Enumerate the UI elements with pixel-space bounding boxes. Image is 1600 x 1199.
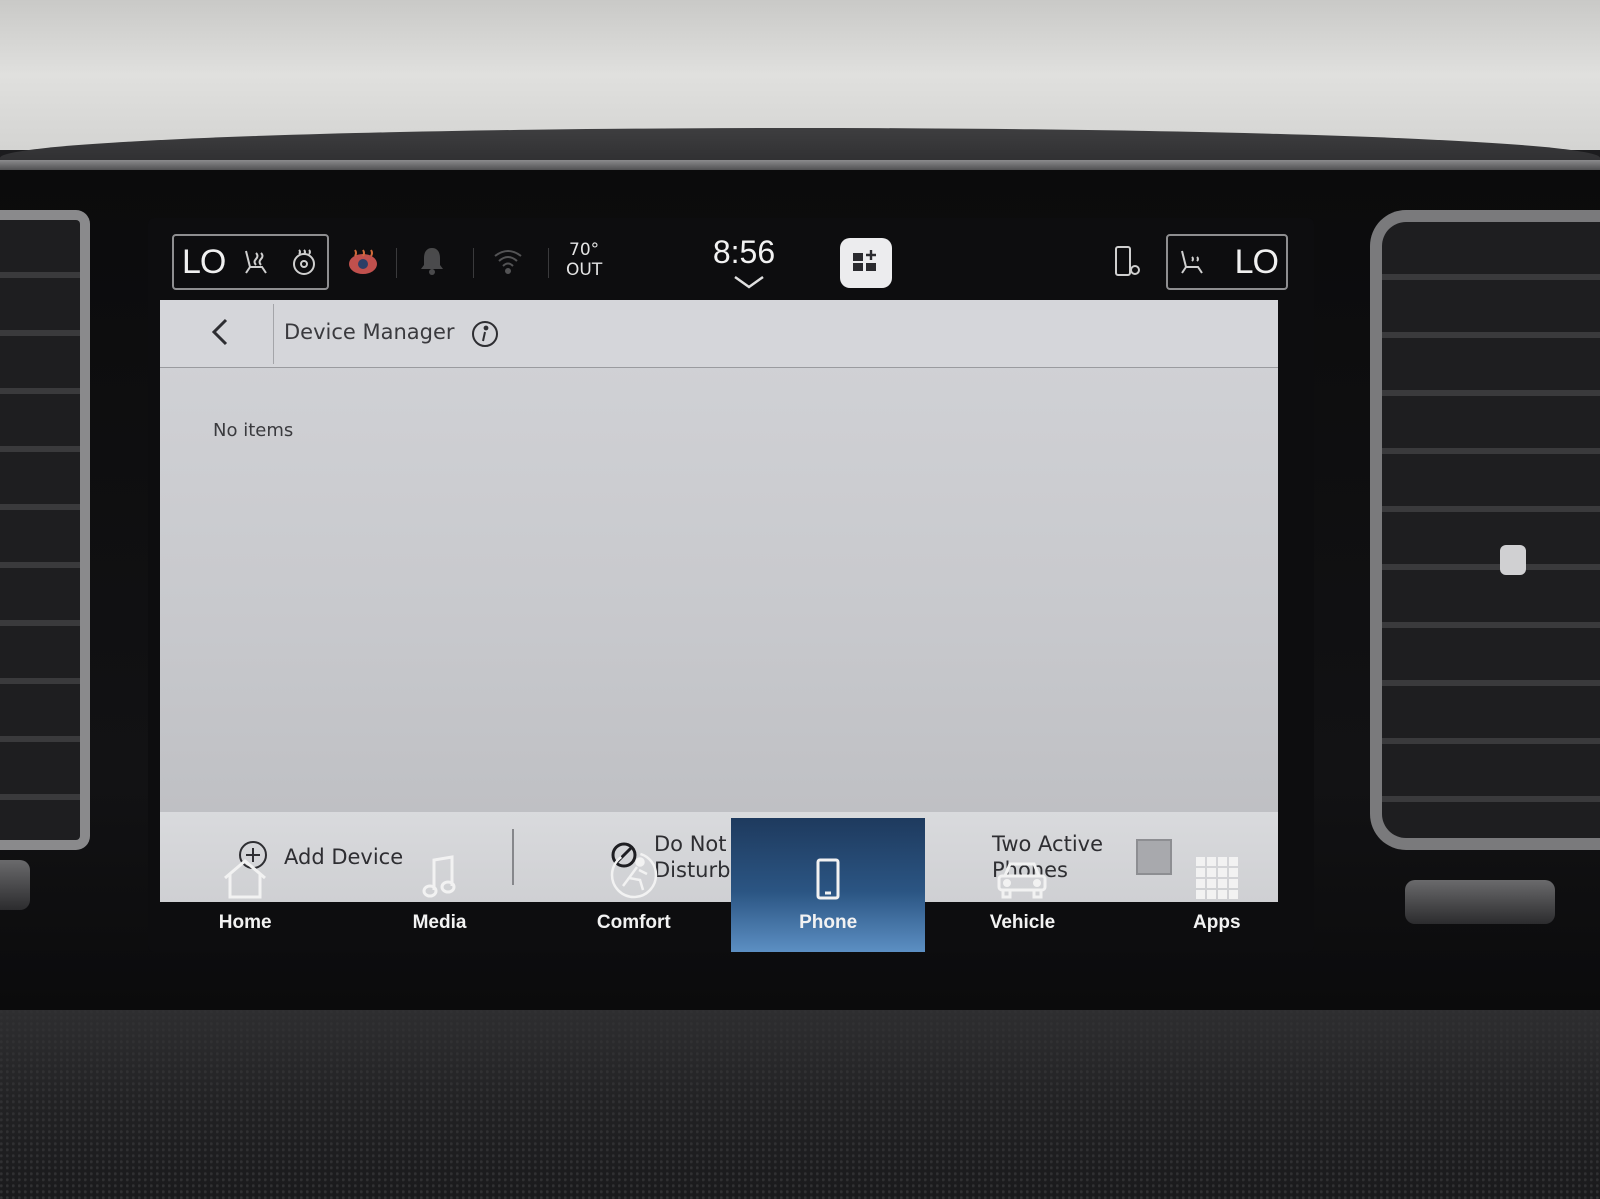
phone-settings-icon[interactable] [1113,244,1143,284]
outside-temp-label: OUT [566,260,603,280]
back-button[interactable] [190,310,250,358]
nav-apps[interactable]: Apps [1120,818,1314,952]
header-divider [273,304,274,364]
nav-media[interactable]: Media [342,818,536,952]
home-icon [222,844,268,900]
notification-bell-icon[interactable] [418,245,446,279]
right-air-vent [1370,210,1600,850]
nav-comfort-label: Comfort [596,912,671,933]
heated-wheel-status-icon [346,246,380,282]
chevron-down-icon[interactable] [733,274,765,293]
hazard-button-strip [1405,880,1555,924]
driver-climate-control[interactable]: LO [172,234,329,290]
left-button-strip [0,860,30,910]
nav-media-label: Media [412,912,467,933]
nav-apps-label: Apps [1193,912,1241,933]
driver-temp: LO [182,242,226,281]
nav-phone[interactable]: Phone [730,818,926,952]
nav-comfort[interactable]: Comfort [537,818,731,952]
nav-home[interactable]: Home [148,818,342,952]
nav-vehicle[interactable]: Vehicle [925,818,1119,952]
heated-wheel-icon[interactable] [289,247,319,277]
panel-header: Device Manager [160,300,1278,368]
page-title: Device Manager [284,320,455,344]
passenger-heated-seat-icon[interactable] [1176,247,1210,277]
nav-home-label: Home [218,912,272,933]
device-manager-panel: Device Manager No items [160,300,1278,812]
status-bar: LO 70° OUT 8:56 LO [148,218,1314,300]
passenger-climate-control[interactable]: LO [1166,234,1288,290]
outside-temp-value: 70° [569,240,600,260]
info-icon[interactable] [471,320,499,352]
wifi-icon [493,248,523,278]
widget-grid-icon [852,248,880,278]
seat-comfort-icon [609,844,659,900]
heated-seat-icon[interactable] [240,247,274,277]
passenger-temp: LO [1234,242,1279,281]
widgets-button[interactable] [840,238,892,288]
chevron-left-icon [210,317,230,351]
vent-knob [1500,545,1526,575]
outside-temperature: 70° OUT [566,240,602,280]
apps-grid-icon [1195,844,1239,900]
dashboard-bottom [0,1010,1600,1199]
infotainment-screen: LO 70° OUT 8:56 LO Device Manager No ite… [148,218,1314,952]
status-divider [396,248,397,278]
nav-phone-label: Phone [799,912,858,933]
clock[interactable]: 8:56 [684,234,804,271]
status-divider [473,248,474,278]
status-divider [548,248,549,278]
nav-vehicle-label: Vehicle [989,912,1056,933]
empty-list-message: No items [213,420,294,441]
phone-icon [816,844,840,900]
left-air-vent [0,210,90,850]
music-note-icon [422,844,456,900]
car-icon [995,844,1049,900]
bottom-nav-bar: Home Media Comfort Phone Vehicle Apps [148,818,1314,952]
